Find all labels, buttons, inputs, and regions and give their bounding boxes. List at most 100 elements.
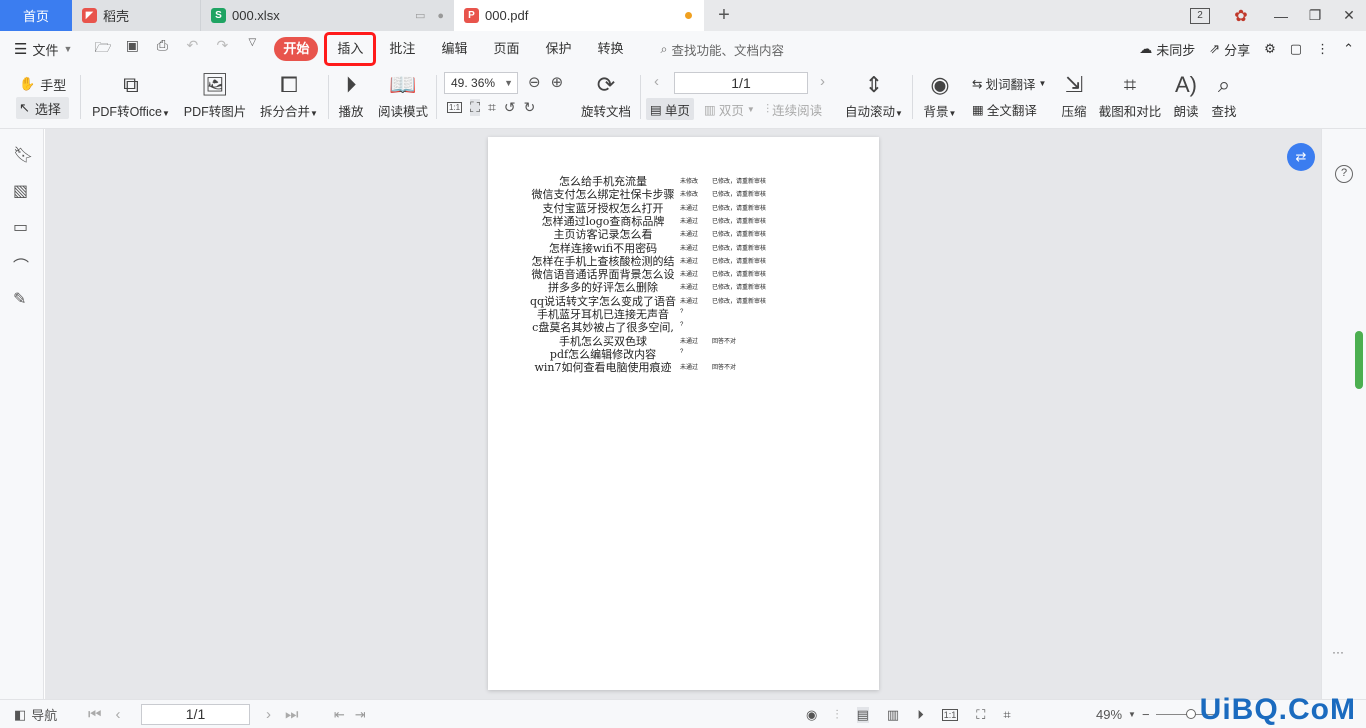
tab-pdf[interactable]: P 000.pdf — [454, 0, 704, 31]
status-text: 未通过 — [680, 298, 699, 305]
status-page-input[interactable]: 1/1 — [141, 704, 250, 725]
eye-mode-icon[interactable]: ◉ — [806, 707, 817, 723]
double-mode-icon[interactable]: ▥ — [887, 707, 899, 723]
split-merge-button[interactable]: ⧠ 拆分合并▼ — [260, 67, 318, 120]
next-page-icon[interactable]: › — [266, 706, 271, 723]
rotate-doc-label: 旋转文档 — [580, 105, 631, 119]
file-menu[interactable]: ☰ 文件 ▼ — [14, 40, 72, 59]
undo-icon[interactable]: ↶ — [184, 37, 200, 61]
rotate-right-icon[interactable]: ↻ — [524, 99, 536, 116]
fit-page-icon[interactable]: ⛶ — [976, 707, 985, 723]
double-page-label: 双页 — [718, 103, 744, 118]
comment-icon[interactable]: ▭ — [13, 217, 28, 237]
tab-start[interactable]: 开始 — [274, 37, 319, 61]
minimize-icon[interactable]: — — [1264, 8, 1298, 24]
double-page-button[interactable]: ▥ 双页 ▼ — [700, 98, 759, 120]
screenshot-compare-button[interactable]: ⌗ 截图和对比 — [1098, 67, 1162, 120]
fit-width-icon[interactable]: ⌗ — [1003, 707, 1010, 723]
status-text: 未通过 — [680, 365, 699, 372]
tab-convert[interactable]: 转换 — [584, 37, 636, 61]
tab-edit[interactable]: 编辑 — [428, 37, 480, 61]
tab-insert[interactable]: 插入 — [324, 32, 377, 66]
continuous-read-button[interactable]: ⫶ 连续阅读 — [762, 98, 826, 120]
select-tool[interactable]: ↖ 选择 — [16, 97, 70, 119]
comment-icon[interactable]: ▢ — [1290, 41, 1302, 57]
redo-icon[interactable]: ↷ — [214, 37, 230, 61]
open-folder-icon[interactable]: 🗁 — [94, 37, 111, 61]
fit-page-icon[interactable]: ⛶ — [470, 99, 480, 116]
save-icon[interactable]: ▣ — [124, 37, 140, 61]
page-nav-right: › ⏭ — [266, 700, 299, 728]
full-translate-button[interactable]: ▦ 全文翻译 — [968, 98, 1041, 120]
share-button[interactable]: ⇗ 分享 — [1209, 40, 1250, 59]
more-vertical-icon[interactable]: ⋮ — [1316, 41, 1329, 57]
thumbnail-icon[interactable]: ▧ — [13, 181, 28, 201]
document-canvas[interactable]: 怎么给手机充流量 未修改 已修改，请重新审核 微信支付怎么绑定社保卡步骤 未修改 已修改，… — [45, 129, 1321, 699]
scrollbar-thumb[interactable] — [1355, 331, 1363, 389]
play-mode-icon[interactable]: ⏵ — [917, 707, 924, 723]
pdf-to-image-button[interactable]: 🖼 PDF转图片 — [184, 67, 247, 120]
note-text: 已修改，请重新审核 — [712, 258, 767, 265]
actual-size-icon[interactable]: 1:1 — [447, 102, 463, 113]
next-page-button[interactable]: › — [820, 73, 825, 90]
tab-annotate[interactable]: 批注 — [376, 37, 428, 61]
background-button[interactable]: ◉ 背景▼ — [922, 67, 958, 120]
forward-icon[interactable]: ⇥ — [355, 707, 366, 723]
signature-icon[interactable]: ✎ — [13, 289, 26, 309]
single-mode-icon[interactable]: ▤ — [856, 706, 869, 723]
single-page-button[interactable]: ▤ 单页 — [646, 98, 694, 120]
attachment-icon[interactable]: ⌒ — [13, 253, 29, 277]
print-icon[interactable]: ⎙ — [154, 37, 170, 61]
last-page-icon[interactable]: ⏭ — [285, 706, 299, 723]
hand-tool[interactable]: ✋ 手型 — [16, 73, 69, 95]
first-page-icon[interactable]: ⏮ — [88, 706, 102, 723]
find-button[interactable]: ⌕ 查找 — [1210, 67, 1238, 120]
word-translate-button[interactable]: ⇆ 划词翻译 ▼ — [968, 72, 1050, 94]
window-badge[interactable]: 2 — [1190, 7, 1210, 24]
tab-xlsx[interactable]: S 000.xlsx ▭ ● — [200, 0, 454, 31]
feature-search[interactable]: ⌕ 查找功能、文档内容 — [661, 40, 785, 59]
tab-xlsx-label: 000.xlsx — [232, 8, 280, 23]
prev-page-icon[interactable]: ‹ — [116, 706, 121, 723]
avatar[interactable]: ✿ — [1224, 6, 1258, 26]
prev-page-button[interactable]: ‹ — [654, 73, 659, 90]
page-input[interactable]: 1/1 — [674, 72, 808, 94]
compress-button[interactable]: ⇲ 压缩 — [1058, 67, 1090, 120]
new-tab-button[interactable]: + — [704, 0, 744, 31]
collapse-icon[interactable]: ⌃ — [1343, 41, 1354, 57]
read-aloud-button[interactable]: A) 朗读 — [1172, 67, 1200, 120]
zoom-select[interactable]: 49. 36% ▼ — [444, 72, 518, 94]
gear-icon[interactable]: ⚙ — [1264, 41, 1276, 57]
back-icon[interactable]: ⇤ — [334, 707, 345, 723]
more-horizontal-icon[interactable]: ··· — [1332, 645, 1344, 659]
sync-button[interactable]: ☁ 未同步 — [1139, 40, 1195, 59]
pdf-to-office-button[interactable]: ⧉ PDF转Office▼ — [92, 67, 170, 120]
quick-more-icon[interactable]: ▽ — [244, 37, 260, 61]
close-icon[interactable]: ✕ — [1332, 7, 1366, 24]
tab-daoke[interactable]: ◤ 稻壳 — [72, 0, 200, 31]
fit-width-icon[interactable]: ⌗ — [488, 99, 496, 116]
restore-icon[interactable]: ❐ — [1298, 7, 1332, 24]
monitor-icon[interactable]: ▭ — [415, 9, 425, 22]
play-button[interactable]: ⏵ 播放 — [336, 67, 366, 120]
tab-page[interactable]: 页面 — [480, 37, 532, 61]
rotate-doc-button[interactable]: ⟳ 旋转文档 — [580, 67, 632, 120]
read-mode-button[interactable]: 📖 阅读模式 — [378, 67, 428, 120]
rotate-left-icon[interactable]: ↺ — [504, 99, 516, 116]
auto-scroll-button[interactable]: ⇕ 自动滚动▼ — [844, 67, 904, 120]
zoom-out-icon[interactable]: − — [1142, 707, 1150, 722]
zoom-out-icon[interactable]: ⊖ — [528, 73, 541, 91]
help-icon[interactable]: ? — [1335, 165, 1353, 183]
actual-size-icon[interactable]: 1:1 — [941, 708, 959, 721]
speaker-icon: A) — [1175, 72, 1197, 97]
bookmark-icon[interactable]: 🔖︎ — [13, 145, 33, 165]
floating-convert-icon[interactable]: ⇄ — [1287, 143, 1315, 171]
zoom-in-icon[interactable]: ⊕ — [551, 73, 564, 91]
chevron-down-icon: ▼ — [162, 109, 170, 118]
tab-home[interactable]: 首页 — [0, 0, 72, 31]
zoom-buttons: ⊖ ⊕ — [528, 73, 563, 91]
nav-toggle[interactable]: ◧ 导航 — [14, 700, 57, 728]
continuous-mode-icon[interactable]: ⫶ — [835, 707, 838, 723]
tab-protect[interactable]: 保护 — [532, 37, 584, 61]
status-zoom[interactable]: 49% ▼ − — [1096, 700, 1216, 728]
